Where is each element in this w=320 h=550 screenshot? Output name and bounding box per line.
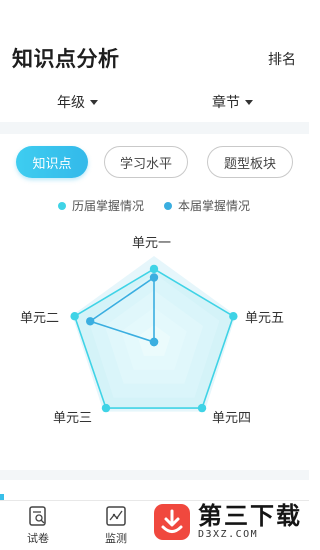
section-divider [0,122,309,134]
axis-label-unit-2: 单元二 [20,311,60,326]
caret-down-icon [245,99,253,105]
radar-data-point [70,312,79,321]
radar-data-point [229,312,238,321]
radar-data-point [149,264,159,274]
radar-data-point [197,403,207,413]
legend-label-history: 历届掌握情况 [72,199,145,213]
radar-data-point [101,403,111,413]
nav-item-monitor[interactable]: 监测 [86,505,146,546]
radar-data-point [149,337,159,347]
watermark-subtitle: D3XZ.COM [198,529,259,540]
radar-chart-svg [70,256,238,413]
tab-learning-level[interactable]: 学习水平 [104,146,188,178]
caret-down-icon [90,99,98,105]
page-title: 知识点分析 [12,47,120,71]
nav-label-monitor: 监测 [105,532,127,545]
nav-label-exam: 试卷 [27,532,49,545]
exam-paper-icon [29,506,46,526]
legend-dot-history [58,201,66,210]
legend-item-current[interactable]: 本届掌握情况 [164,197,250,214]
grade-filter-dropdown[interactable]: 年级 [57,92,98,112]
rank-button[interactable]: 排名 [268,49,296,69]
axis-label-unit-1: 单元一 [132,236,172,251]
tab-question-type[interactable]: 题型板块 [207,146,293,178]
axis-label-unit-4: 单元四 [212,411,252,426]
watermark-title: 第三下载 [198,502,302,530]
analysis-tabs: 知识点 学习水平 题型板块 [0,146,309,182]
radar-chart: 单元一 单元五 单元四 单元三 单元二 [0,222,309,460]
header: 知识点分析 排名 [0,0,309,82]
legend-dot-current [164,201,172,210]
watermark-logo-icon [154,504,190,540]
legend-item-history[interactable]: 历届掌握情况 [58,197,144,214]
radar-data-point [149,273,159,282]
filter-bar: 年级 章节 [0,82,309,122]
chapter-filter-dropdown[interactable]: 章节 [212,92,253,112]
axis-label-unit-5: 单元五 [245,311,285,326]
nav-item-exam[interactable]: 试卷 [8,505,68,546]
radar-data-point [86,317,95,326]
tab-knowledge-point[interactable]: 知识点 [16,146,88,178]
grade-filter-label: 年级 [57,95,85,111]
axis-label-unit-3: 单元三 [53,411,93,426]
legend-label-current: 本届掌握情况 [178,199,251,213]
chapter-filter-label: 章节 [212,95,240,111]
monitor-chart-icon [106,506,126,526]
section-divider-bottom [0,470,309,480]
chart-legend: 历届掌握情况 本届掌握情况 [0,197,309,215]
watermark: 第三下载 D3XZ.COM [150,494,309,550]
